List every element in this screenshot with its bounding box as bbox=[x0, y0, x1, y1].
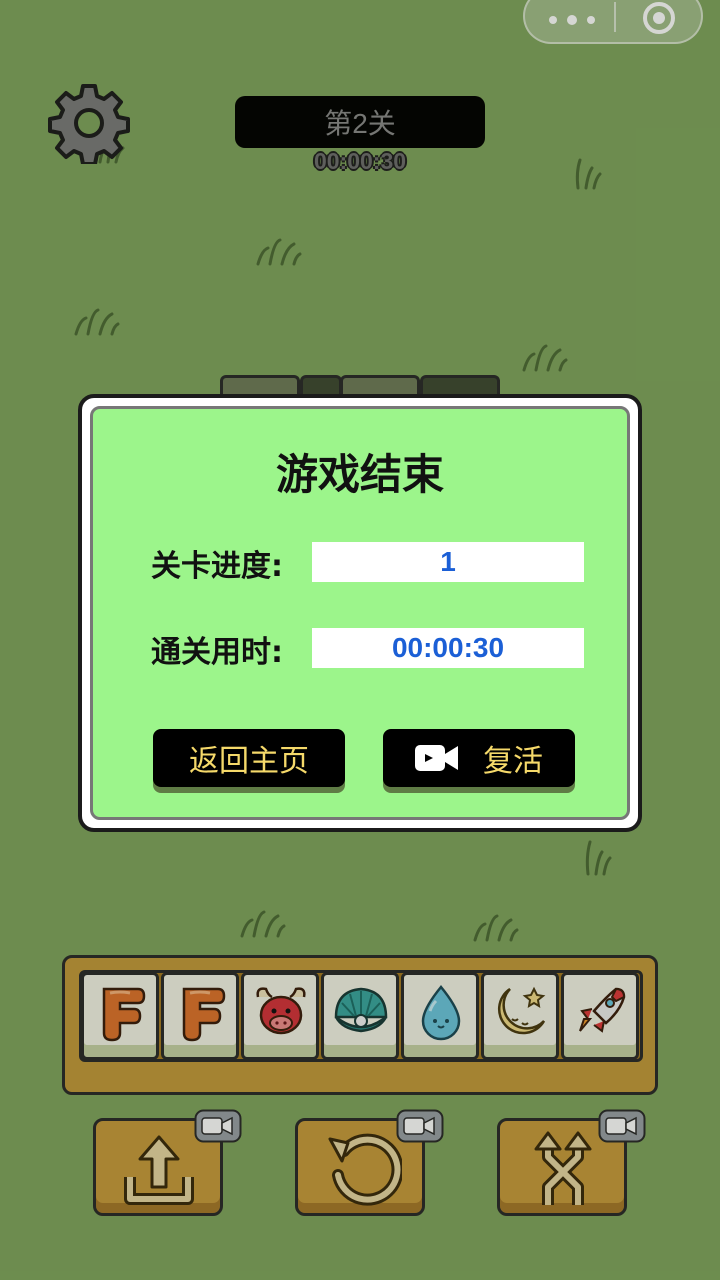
time-label: 通关用时: bbox=[151, 635, 283, 670]
revive-label: 复活 bbox=[483, 744, 543, 779]
game-over-panel: 游戏结束 关卡进度: 1 通关用时: 00:00:30 返回主页 复活 bbox=[90, 406, 630, 820]
time-value: 00:00:30 bbox=[312, 628, 584, 668]
progress-label: 关卡进度: bbox=[151, 549, 283, 584]
revive-button[interactable]: 复活 bbox=[383, 729, 575, 787]
video-icon bbox=[415, 745, 458, 771]
dialog-title: 游戏结束 bbox=[275, 450, 444, 499]
return-home-button[interactable]: 返回主页 bbox=[153, 729, 345, 787]
game-over-dialog: 游戏结束 关卡进度: 1 通关用时: 00:00:30 返回主页 复活 bbox=[78, 394, 642, 832]
progress-value: 1 bbox=[312, 542, 584, 582]
return-home-label: 返回主页 bbox=[189, 744, 309, 779]
